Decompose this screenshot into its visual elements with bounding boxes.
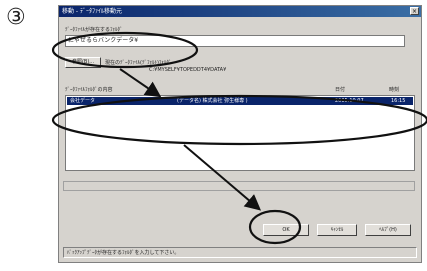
list-highlight-ellipse xyxy=(51,94,427,146)
arrow-to-ok xyxy=(183,144,262,211)
arrow-to-list xyxy=(119,68,162,98)
folder-highlight-ellipse xyxy=(51,31,199,69)
ok-highlight-ellipse xyxy=(248,209,302,245)
annotation-overlay xyxy=(51,31,427,245)
